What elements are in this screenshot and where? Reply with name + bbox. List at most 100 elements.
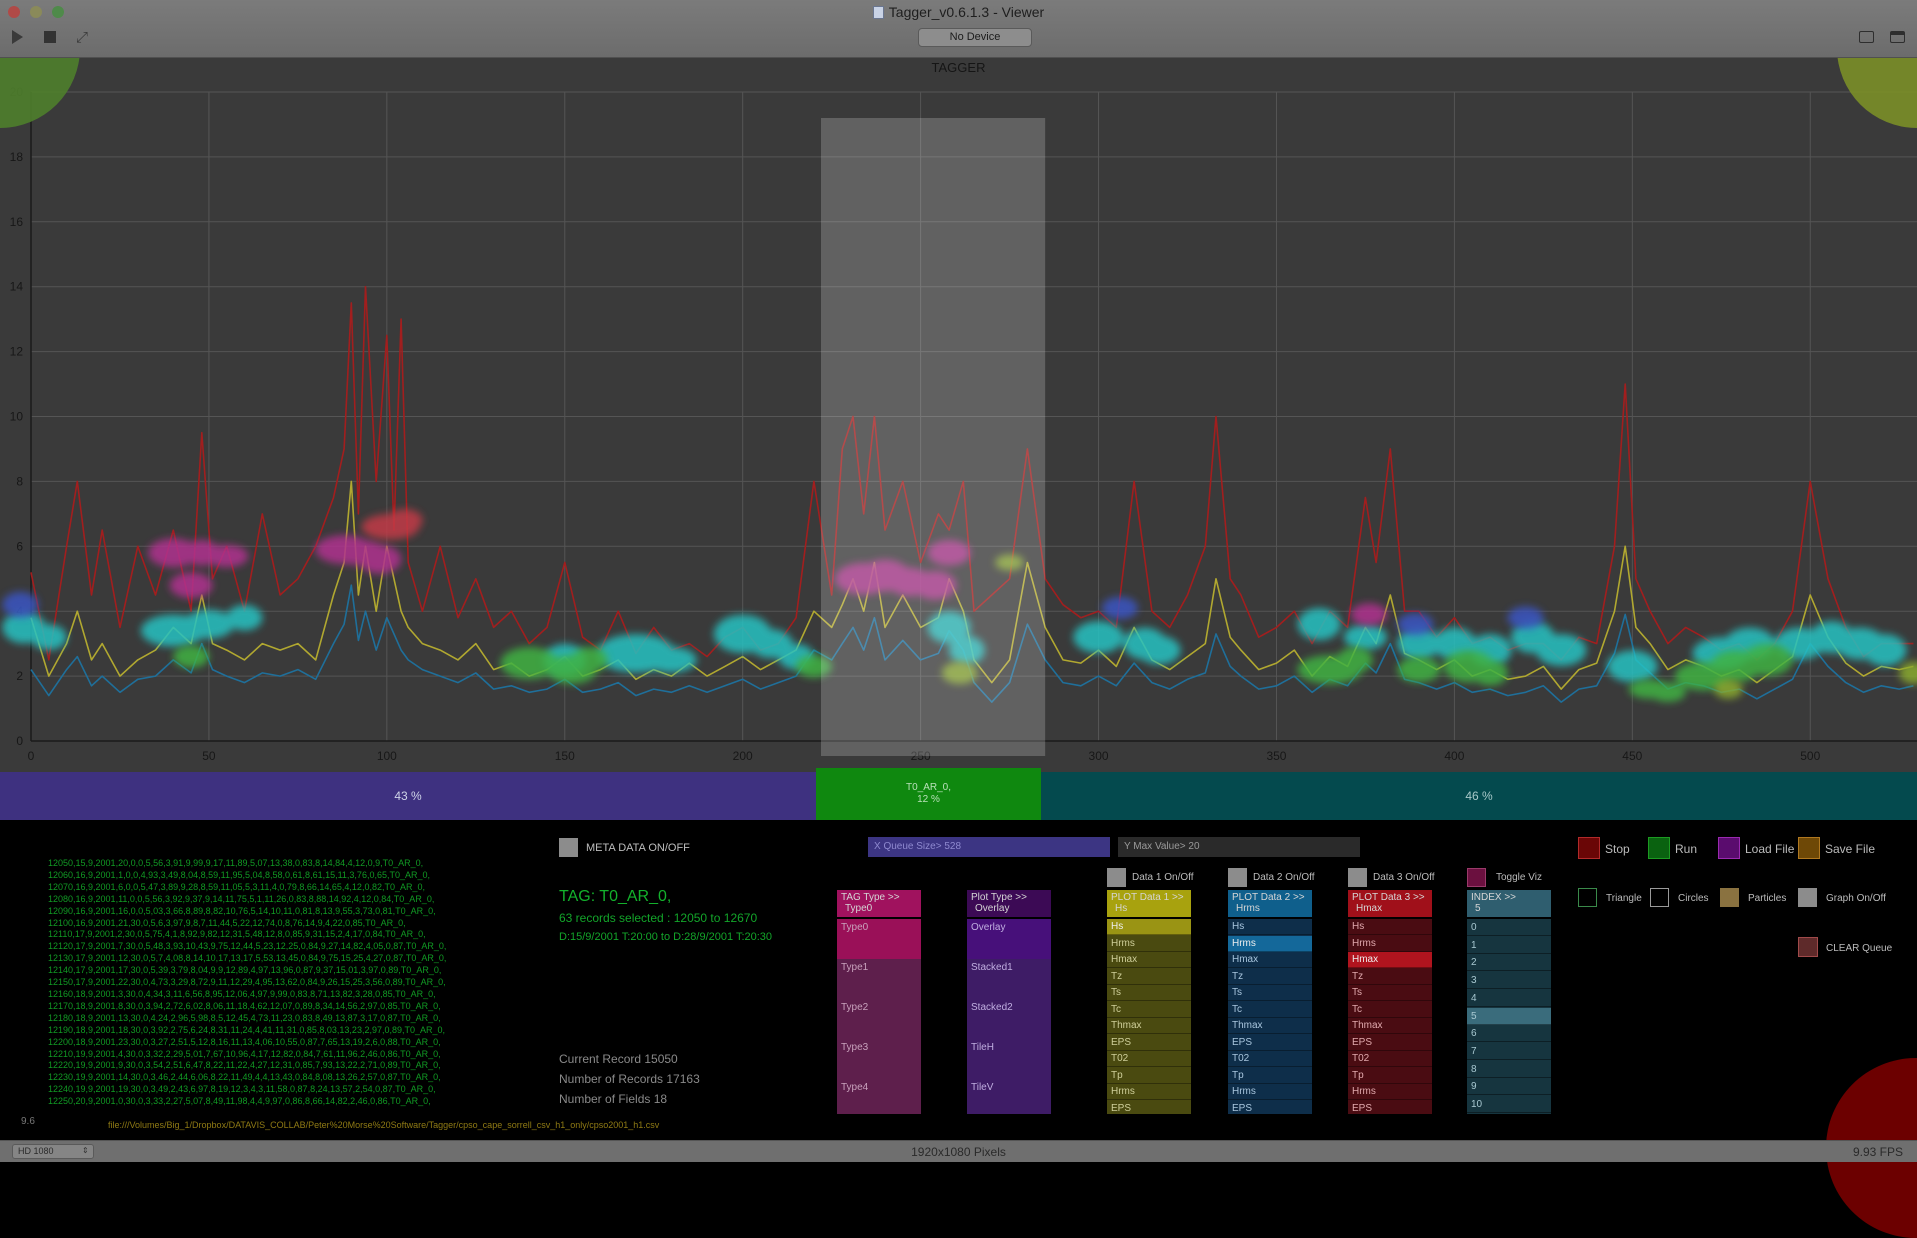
plot-type-item[interactable]: Overlay: [967, 919, 1051, 959]
index-item[interactable]: 5: [1467, 1007, 1551, 1025]
wave-chart[interactable]: 0246810121416182005010015020025030035040…: [0, 58, 1917, 772]
plot-data-1-list[interactable]: PLOT Data 1 >> Hs Hs Hrms Hmax Tz Ts Tc Thmax EPS…: [1107, 890, 1191, 1117]
tag-type-item[interactable]: Type1: [837, 959, 921, 999]
plot-data-item[interactable]: Thmax: [1228, 1018, 1312, 1034]
index-item[interactable]: 9: [1467, 1078, 1551, 1096]
plot-data-item[interactable]: Hs: [1107, 919, 1191, 935]
plot-type-item[interactable]: TileV: [967, 1079, 1051, 1119]
plot-data-item[interactable]: T02: [1107, 1051, 1191, 1067]
plot-data-2-list[interactable]: PLOT Data 2 >> Hrms Hs Hrms Hmax Tz Ts Tc Thmax E…: [1228, 890, 1312, 1117]
plot-type-list[interactable]: Plot Type >> Overlay Overlay Stacked1 Stac…: [967, 890, 1051, 1114]
tag-type-list[interactable]: TAG Type >> Type0 Type0 Type1 Type2 Type3 Ty…: [837, 890, 921, 1114]
toggle-toolbar-icon[interactable]: [1890, 31, 1905, 43]
index-item[interactable]: 7: [1467, 1043, 1551, 1060]
plot-data-item[interactable]: Hs: [1348, 919, 1432, 935]
index-list[interactable]: INDEX >> 5 0 1 2 3 4 5 6 7 8 9 10: [1467, 890, 1551, 1114]
plot-data-item[interactable]: Hmax: [1228, 952, 1312, 968]
plot-data-item[interactable]: T02: [1228, 1051, 1312, 1067]
plot-data-3-list[interactable]: PLOT Data 3 >> Hmax Hs Hrms Hmax Tz Ts Tc Thmax E…: [1348, 890, 1432, 1117]
plot-data-3-header[interactable]: PLOT Data 3 >> Hmax: [1348, 890, 1432, 917]
plot-data-item[interactable]: Hrms: [1228, 1084, 1312, 1100]
progress-selected-segment[interactable]: T0_AR_0, 12 %: [816, 768, 1041, 820]
clear-queue-button[interactable]: [1798, 937, 1818, 957]
index-item[interactable]: 1: [1467, 937, 1551, 954]
data-1-toggle[interactable]: [1107, 868, 1126, 887]
tag-type-item[interactable]: Type0: [837, 919, 921, 959]
plot-data-item[interactable]: Ts: [1348, 985, 1432, 1001]
plot-data-2-header[interactable]: PLOT Data 2 >> Hrms: [1228, 890, 1312, 917]
plot-panel[interactable]: 0246810121416182005010015020025030035040…: [0, 58, 1917, 772]
plot-data-item[interactable]: Ts: [1107, 985, 1191, 1001]
circles-toggle[interactable]: [1650, 888, 1669, 907]
plot-data-item[interactable]: Tp: [1348, 1068, 1432, 1084]
plot-type-header[interactable]: Plot Type >> Overlay: [967, 890, 1051, 917]
data-3-toggle[interactable]: [1348, 868, 1367, 887]
plot-data-1-options[interactable]: Hs Hrms Hmax Tz Ts Tc Thmax EPS T02 Tp Hrms EPS: [1107, 919, 1191, 1117]
plot-data-item[interactable]: EPS: [1107, 1101, 1191, 1117]
plot-data-item[interactable]: EPS: [1348, 1035, 1432, 1051]
index-item[interactable]: 4: [1467, 990, 1551, 1007]
plot-data-item[interactable]: Hrms: [1228, 935, 1312, 952]
tag-type-item[interactable]: Type4: [837, 1079, 921, 1119]
stop-icon[interactable]: [44, 31, 56, 43]
plot-data-item[interactable]: Tc: [1348, 1002, 1432, 1018]
plot-data-item[interactable]: EPS: [1107, 1035, 1191, 1051]
index-item[interactable]: 10: [1467, 1096, 1551, 1113]
index-options[interactable]: 0 1 2 3 4 5 6 7 8 9 10: [1467, 919, 1551, 1114]
y-max-value-field[interactable]: Y Max Value> 20: [1118, 837, 1360, 857]
meta-data-toggle[interactable]: [559, 838, 578, 857]
device-selector-button[interactable]: No Device: [918, 28, 1032, 47]
plot-data-item[interactable]: Tz: [1348, 969, 1432, 985]
plot-data-item[interactable]: Hmax: [1348, 952, 1432, 968]
plot-data-item[interactable]: EPS: [1348, 1101, 1432, 1117]
tag-type-header[interactable]: TAG Type >> Type0: [837, 890, 921, 917]
plot-data-item[interactable]: Hs: [1228, 919, 1312, 935]
load-file-button[interactable]: [1718, 837, 1740, 859]
data-2-toggle[interactable]: [1228, 868, 1247, 887]
plot-data-item[interactable]: Thmax: [1107, 1018, 1191, 1034]
plot-data-item[interactable]: Tc: [1107, 1002, 1191, 1018]
graph-toggle[interactable]: [1798, 888, 1817, 907]
index-item[interactable]: 2: [1467, 954, 1551, 972]
plot-data-item[interactable]: Hrms: [1107, 936, 1191, 952]
particles-toggle[interactable]: [1720, 888, 1739, 907]
toggle-viz-checkbox[interactable]: [1467, 868, 1486, 887]
play-icon[interactable]: [12, 30, 23, 44]
plot-data-item[interactable]: Hrms: [1348, 936, 1432, 952]
save-file-button[interactable]: [1798, 837, 1820, 859]
plot-data-item[interactable]: EPS: [1228, 1101, 1312, 1117]
plot-type-item[interactable]: Stacked1: [967, 959, 1051, 999]
plot-type-item[interactable]: TileH: [967, 1039, 1051, 1079]
plot-data-1-header[interactable]: PLOT Data 1 >> Hs: [1107, 890, 1191, 917]
tag-type-item[interactable]: Type2: [837, 999, 921, 1039]
index-item[interactable]: 6: [1467, 1025, 1551, 1043]
tag-type-item[interactable]: Type3: [837, 1039, 921, 1079]
run-button[interactable]: [1648, 837, 1670, 859]
index-header[interactable]: INDEX >> 5: [1467, 890, 1551, 917]
plot-data-2-options[interactable]: Hs Hrms Hmax Tz Ts Tc Thmax EPS T02 Tp Hrms EPS: [1228, 919, 1312, 1117]
fullscreen-icon[interactable]: ⤢: [76, 29, 88, 46]
index-item[interactable]: 0: [1467, 919, 1551, 936]
plot-data-item[interactable]: Hmax: [1107, 952, 1191, 968]
plot-data-item[interactable]: Tz: [1228, 969, 1312, 985]
stop-button[interactable]: [1578, 837, 1600, 859]
tag-type-options[interactable]: Type0 Type1 Type2 Type3 Type4: [837, 919, 921, 1114]
toggle-sidebar-icon[interactable]: [1859, 31, 1874, 43]
plot-data-item[interactable]: EPS: [1228, 1035, 1312, 1051]
triangle-toggle[interactable]: [1578, 888, 1597, 907]
plot-type-options[interactable]: Overlay Stacked1 Stacked2 TileH TileV: [967, 919, 1051, 1114]
selection-highlight[interactable]: [820, 118, 1046, 756]
plot-data-item[interactable]: Tp: [1228, 1068, 1312, 1084]
plot-data-item[interactable]: Hrms: [1348, 1084, 1432, 1100]
plot-data-3-options[interactable]: Hs Hrms Hmax Tz Ts Tc Thmax EPS T02 Tp Hrms EPS: [1348, 919, 1432, 1117]
plot-data-item[interactable]: Hrms: [1107, 1084, 1191, 1100]
plot-data-item[interactable]: Tc: [1228, 1002, 1312, 1018]
plot-type-item[interactable]: Stacked2: [967, 999, 1051, 1039]
plot-data-item[interactable]: Thmax: [1348, 1018, 1432, 1034]
index-item[interactable]: 3: [1467, 972, 1551, 990]
plot-data-item[interactable]: Tz: [1107, 969, 1191, 985]
x-queue-size-field[interactable]: X Queue Size> 528: [868, 837, 1110, 857]
plot-data-item[interactable]: T02: [1348, 1051, 1432, 1067]
plot-data-item[interactable]: Tp: [1107, 1068, 1191, 1084]
plot-data-item[interactable]: Ts: [1228, 985, 1312, 1001]
